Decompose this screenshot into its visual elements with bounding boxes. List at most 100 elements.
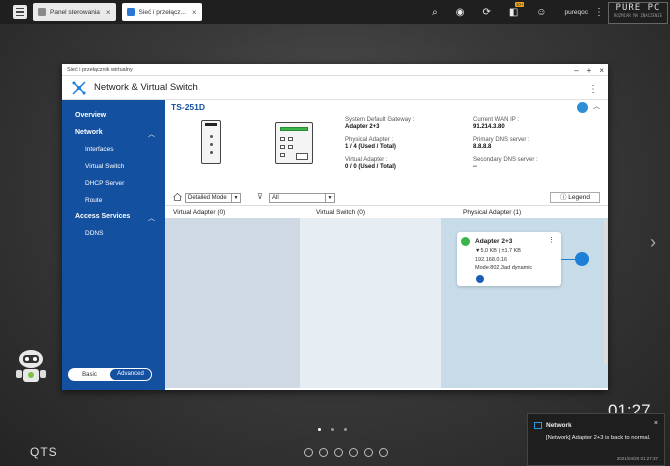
physical-adapter-info: Physical Adapter : 1 / 4 (Used / Total) <box>345 137 396 150</box>
shortcut-icon[interactable] <box>364 448 373 457</box>
sidebar-item-access-services[interactable]: Access Services <box>75 213 130 220</box>
app-header: Network & Virtual Switch ⋮ <box>62 76 608 100</box>
gateway-label: System Default Gateway : <box>345 117 415 123</box>
chevron-up-icon[interactable]: ︿ <box>148 129 155 139</box>
main-content: TS-251D ︿ System Default Gateway : Adapt… <box>165 100 608 390</box>
chevron-down-icon: ▼ <box>325 194 334 202</box>
connection-line <box>561 259 575 260</box>
mode-advanced-option[interactable]: Advanced <box>110 369 151 380</box>
helpdesk-robot-icon[interactable] <box>13 347 49 387</box>
nas-front-image <box>201 120 221 164</box>
bottom-shortcuts <box>304 448 388 457</box>
app-title: Network & Virtual Switch <box>94 82 198 93</box>
more-options-icon[interactable]: ⋮ <box>594 7 604 18</box>
taskbar: Panel sterowania × Sieć i przełącz... × … <box>0 0 670 24</box>
legend-label: Legend <box>568 194 590 201</box>
page-dot[interactable] <box>331 428 334 431</box>
more-options-icon[interactable]: ⋮ <box>588 84 598 95</box>
gateway-info: System Default Gateway : Adapter 2+3 <box>345 117 414 130</box>
primary-dns-value: 8.8.8.8 <box>473 144 492 150</box>
shortcut-icon[interactable] <box>319 448 328 457</box>
secondary-dns-value: -- <box>473 164 477 170</box>
notification-count-badge: 10+ <box>514 1 525 7</box>
username[interactable]: pureqoc <box>565 9 589 16</box>
qts-logo: QTS <box>30 445 58 459</box>
chevron-up-icon[interactable]: ︿ <box>148 213 155 223</box>
notification-toast[interactable]: Network × [Network] Adapter 2+3 is back … <box>527 413 665 466</box>
gateway-value: Adapter 2+3 <box>345 124 380 130</box>
column-physical-adapter: Physical Adapter (1) <box>463 209 522 216</box>
close-icon[interactable]: × <box>192 8 197 17</box>
shortcut-icon[interactable] <box>379 448 388 457</box>
adapter-mode: Mode:802.3ad dynamic <box>475 265 533 271</box>
globe-icon <box>476 275 484 283</box>
view-mode-select[interactable]: Detailed Mode ▼ <box>185 193 241 203</box>
sync-icon[interactable]: ⟳ <box>482 7 490 18</box>
shortcut-icon[interactable] <box>304 448 313 457</box>
adapter-traffic: ▼5.0 KB | ±1.7 KB <box>475 248 521 254</box>
adapter-ip: 192.168.0.16 <box>475 257 508 263</box>
user-icon[interactable]: ☺ <box>536 7 546 18</box>
home-icon[interactable] <box>173 193 182 201</box>
column-virtual-adapter: Virtual Adapter (0) <box>173 209 226 216</box>
primary-dns-info: Primary DNS server : 8.8.8.8 <box>473 137 530 150</box>
shortcut-icon[interactable] <box>334 448 343 457</box>
legend-button[interactable]: ⓘ Legend <box>550 192 600 203</box>
tab-label: Panel sterowania <box>50 8 100 16</box>
cloud-icon <box>577 102 588 113</box>
topology-area: Adapter 2+3 ⋮ ▼5.0 KB | ±1.7 KB 192.168.… <box>165 218 608 388</box>
virtual-switch-pane <box>300 218 441 388</box>
close-button[interactable]: × <box>599 66 604 75</box>
page-dot[interactable] <box>344 428 347 431</box>
secondary-dns-label: Secondary DNS server : <box>473 157 538 163</box>
mode-toggle[interactable]: Basic Advanced <box>68 368 152 381</box>
physical-adapter-value: 1 / 4 (Used / Total) <box>345 144 396 150</box>
filter-value: All <box>272 195 279 201</box>
tab-label: Sieć i przełącz... <box>138 8 186 16</box>
adapter-card[interactable]: Adapter 2+3 ⋮ ▼5.0 KB | ±1.7 KB 192.168.… <box>457 232 561 286</box>
wan-ip-label: Current WAN IP : <box>473 117 520 123</box>
secondary-dns-info: Secondary DNS server : -- <box>473 157 538 170</box>
network-icon <box>534 422 542 429</box>
virtual-adapter-label: Virtual Adapter : <box>345 157 388 163</box>
device-name: TS-251D <box>171 102 206 112</box>
sidebar-item-route[interactable]: Route <box>85 197 102 204</box>
cloud-status-icon <box>461 237 470 246</box>
maximize-button[interactable]: + <box>587 66 592 75</box>
sidebar-item-dhcp-server[interactable]: DHCP Server <box>85 180 124 187</box>
close-icon[interactable]: × <box>654 420 658 427</box>
more-options-icon[interactable]: ⋮ <box>548 236 555 244</box>
virtual-adapter-pane <box>165 218 300 388</box>
mode-basic-option[interactable]: Basic <box>69 372 110 378</box>
sidebar-item-ddns[interactable]: DDNS <box>85 230 103 237</box>
notification-message: [Network] Adapter 2+3 is back to normal. <box>546 435 651 441</box>
window-titlebar[interactable]: Sieć i przełącznik wirtualny <box>62 64 608 76</box>
view-mode-value: Detailed Mode <box>188 195 227 201</box>
volume-icon[interactable]: ◉ <box>456 7 465 18</box>
wan-ip-value: 91.214.3.80 <box>473 124 505 130</box>
chevron-up-icon[interactable]: ︿ <box>593 101 600 111</box>
virtual-adapter-info: Virtual Adapter : 0 / 0 (Used / Total) <box>345 157 396 170</box>
close-icon[interactable]: × <box>106 8 111 17</box>
notification-icon[interactable]: ◧ 10+ <box>509 1 525 18</box>
notification-title: Network <box>546 422 572 429</box>
tab-network-switch[interactable]: Sieć i przełącz... × <box>121 3 202 21</box>
sidebar-item-virtual-switch[interactable]: Virtual Switch <box>85 163 124 170</box>
sidebar-item-network[interactable]: Network <box>75 129 103 136</box>
column-virtual-switch: Virtual Switch (0) <box>316 209 366 216</box>
tab-control-panel[interactable]: Panel sterowania × <box>33 3 116 21</box>
sidebar-item-interfaces[interactable]: Interfaces <box>85 146 114 153</box>
shortcut-icon[interactable] <box>349 448 358 457</box>
scrollbar[interactable] <box>604 220 607 365</box>
port-link-icon[interactable] <box>575 252 589 266</box>
sidebar-item-overview[interactable]: Overview <box>75 112 106 119</box>
network-switch-icon <box>126 8 135 16</box>
minimize-button[interactable]: – <box>574 66 578 75</box>
chevron-right-icon[interactable]: › <box>650 232 656 253</box>
main-menu-button[interactable] <box>13 5 27 19</box>
search-icon[interactable]: ⌕ <box>432 7 438 18</box>
purepc-logo: PURE PC ROZMIAR MA ZNACZENIE <box>608 2 668 24</box>
filter-select[interactable]: All ▼ <box>269 193 335 203</box>
page-dot[interactable] <box>318 428 321 431</box>
notification-time: 2021/04/20 01:27:37 <box>616 456 658 461</box>
